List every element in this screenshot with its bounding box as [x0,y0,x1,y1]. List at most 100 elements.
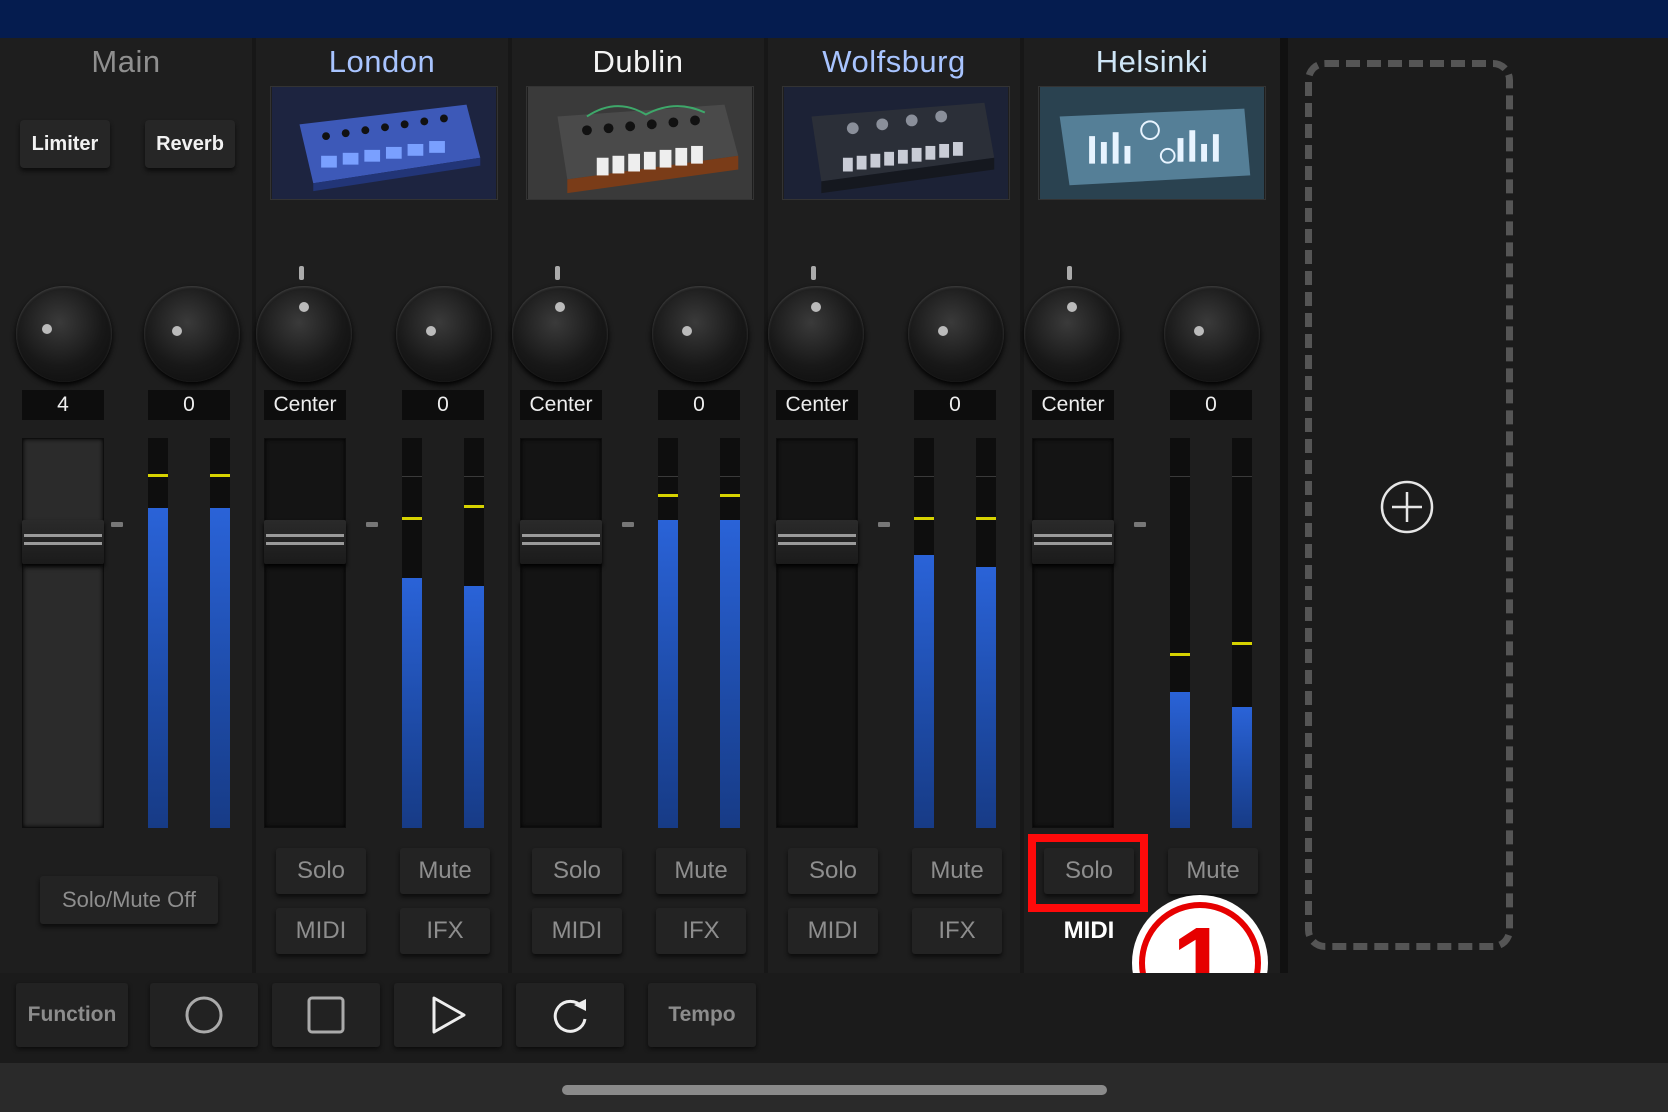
meter-peak-marker [1170,653,1190,657]
main-knob-left[interactable] [16,286,112,382]
limiter-button[interactable]: Limiter [20,120,110,168]
midi-button[interactable]: MIDI [276,908,366,954]
meter-peak-marker [720,493,740,497]
pan-knob[interactable] [256,286,352,382]
level-meter [658,438,678,828]
fader-zero-mark [366,522,378,527]
track-fader-track[interactable] [776,438,858,828]
meter-peak-marker [914,516,934,520]
instrument-thumbnail[interactable] [526,86,754,200]
meter-reference-line [402,476,422,477]
fader-zero-mark [878,522,890,527]
pan-knob[interactable] [768,286,864,382]
volume-value: 0 [1170,390,1252,420]
meter-reference-line [464,476,484,477]
level-meter [464,438,484,828]
instrument-thumbnail[interactable] [782,86,1010,200]
meter-level-fill [464,586,484,828]
level-meter [914,438,934,828]
solo-highlight-box [1028,834,1148,912]
solo-mute-off-button[interactable]: Solo/Mute Off [40,876,218,924]
meter-level-fill [720,519,740,828]
plus-circle-icon[interactable] [1380,480,1434,534]
track-strip-london: London Center 0 Solo Mute MIDI IFX [256,38,508,973]
track-fader-track[interactable] [1032,438,1114,828]
mute-button[interactable]: Mute [400,848,490,894]
record-button[interactable] [150,983,258,1047]
midi-button[interactable]: MIDI [1044,908,1134,954]
knob-indicator [42,324,52,334]
record-icon [185,996,223,1034]
level-meter [976,438,996,828]
reverb-button[interactable]: Reverb [145,120,235,168]
knob-indicator [426,326,436,336]
track-name[interactable]: Dublin [512,44,764,80]
meter-level-fill [1232,707,1252,828]
ifx-button[interactable]: IFX [912,908,1002,954]
track-name[interactable]: Helsinki [1024,44,1280,80]
meter-peak-marker [148,474,168,477]
ifx-button[interactable]: IFX [400,908,490,954]
solo-button[interactable]: Solo [788,848,878,894]
meter-reference-line [976,476,996,477]
pan-knob[interactable] [1024,286,1120,382]
solo-button[interactable]: Solo [532,848,622,894]
meter-peak-marker [1232,641,1252,645]
meter-peak-marker [976,516,996,520]
pan-value: Center [776,390,858,420]
main-knob-right-value: 0 [148,390,230,420]
meter-reference-line [914,476,934,477]
main-strip: Main Limiter Reverb 4 0 Solo/Mute Off [0,38,252,973]
track-fader-track[interactable] [264,438,346,828]
meter-level-fill [658,519,678,828]
track-name[interactable]: Wolfsburg [768,44,1020,80]
track-fader-track[interactable] [520,438,602,828]
knob-indicator [682,326,692,336]
track-fader-handle[interactable] [520,520,602,564]
meter-level-fill [914,555,934,828]
volume-knob[interactable] [908,286,1004,382]
level-meter [720,438,740,828]
loop-icon [553,999,587,1033]
synth-image [528,87,752,199]
pan-value: Center [1032,390,1114,420]
level-meter [1232,438,1252,828]
midi-button[interactable]: MIDI [788,908,878,954]
meter-peak-marker [464,505,484,509]
play-button[interactable] [394,983,502,1047]
level-meter [402,438,422,828]
mute-button[interactable]: Mute [656,848,746,894]
main-fader-track[interactable] [22,438,104,828]
pan-knob[interactable] [512,286,608,382]
track-strip-wolfsburg: Wolfsburg Center 0 Solo Mute MIDI IFX [768,38,1020,973]
meter-peak-marker [402,516,422,520]
track-fader-handle[interactable] [1032,520,1114,564]
pan-value: Center [520,390,602,420]
meter-reference-line [720,476,740,477]
volume-knob[interactable] [652,286,748,382]
volume-knob[interactable] [1164,286,1260,382]
volume-knob[interactable] [396,286,492,382]
synth-image [1040,87,1264,199]
instrument-thumbnail[interactable] [270,86,498,200]
track-fader-handle[interactable] [264,520,346,564]
main-knob-right[interactable] [144,286,240,382]
instrument-thumbnail[interactable] [1038,86,1266,200]
mute-button[interactable]: Mute [1168,848,1258,894]
meter-level-fill [976,566,996,828]
volume-value: 0 [914,390,996,420]
track-fader-handle[interactable] [776,520,858,564]
mute-button[interactable]: Mute [912,848,1002,894]
midi-button[interactable]: MIDI [532,908,622,954]
knob-indicator [555,302,565,312]
solo-button[interactable]: Solo [276,848,366,894]
home-indicator[interactable] [562,1085,1107,1095]
loop-button[interactable] [516,983,624,1047]
ifx-button[interactable]: IFX [656,908,746,954]
function-button[interactable]: Function [16,983,128,1047]
track-name[interactable]: London [256,44,508,80]
tempo-button[interactable]: Tempo [648,983,756,1047]
main-fader-handle[interactable] [22,520,104,564]
stop-button[interactable] [272,983,380,1047]
meter-level-fill [148,508,168,828]
